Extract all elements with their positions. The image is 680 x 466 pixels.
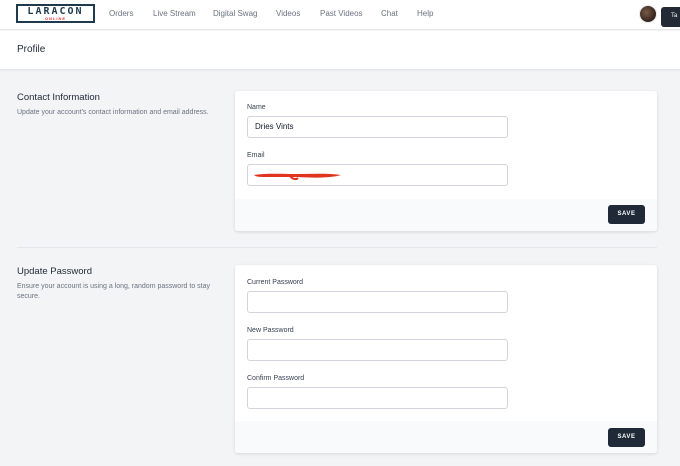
logo-subtext: ONLINE [44,16,67,21]
password-section-title: Update Password [17,266,92,277]
contact-section-title: Contact Information [17,92,100,103]
nav-item-live-stream[interactable]: Live Stream [153,9,196,18]
corner-tab[interactable]: Ta [661,7,680,27]
section-divider [17,247,657,248]
email-label: Email [247,152,265,159]
password-save-button[interactable]: SAVE [608,428,645,447]
nav-item-past-videos[interactable]: Past Videos [320,9,363,18]
password-card-footer: SAVE [235,421,657,453]
name-label: Name [247,104,266,111]
nav-item-chat[interactable]: Chat [381,9,398,18]
current-password-label: Current Password [247,279,304,286]
new-password-label: New Password [247,327,294,334]
top-navigation: LARACON ONLINE Orders Live Stream Digita… [0,0,680,30]
password-card: Current Password New Password Confirm Pa… [235,265,657,453]
page-title: Profile [17,44,46,55]
avatar[interactable] [639,5,657,23]
current-password-field[interactable] [247,291,508,313]
nav-item-digital-swag[interactable]: Digital Swag [213,9,257,18]
contact-section-description: Update your account's contact informatio… [17,109,209,116]
nav-item-videos[interactable]: Videos [276,9,300,18]
contact-card-footer: SAVE [235,199,657,231]
confirm-password-field[interactable] [247,387,508,409]
contact-save-button[interactable]: SAVE [608,205,645,224]
contact-card: Name Dries Vints Email SAVE [235,91,657,231]
page-header: Profile [0,31,680,70]
email-redaction-mark [254,173,341,181]
name-field[interactable]: Dries Vints [247,116,508,138]
laracon-logo[interactable]: LARACON ONLINE [16,4,95,23]
corner-tab-label: Ta [671,13,678,19]
nav-item-orders[interactable]: Orders [109,9,133,18]
nav-item-help[interactable]: Help [417,9,433,18]
password-section-description-line-2: secure. [17,293,40,300]
new-password-field[interactable] [247,339,508,361]
confirm-password-label: Confirm Password [247,375,305,382]
password-section-description-line-1: Ensure your account is using a long, ran… [17,283,210,290]
